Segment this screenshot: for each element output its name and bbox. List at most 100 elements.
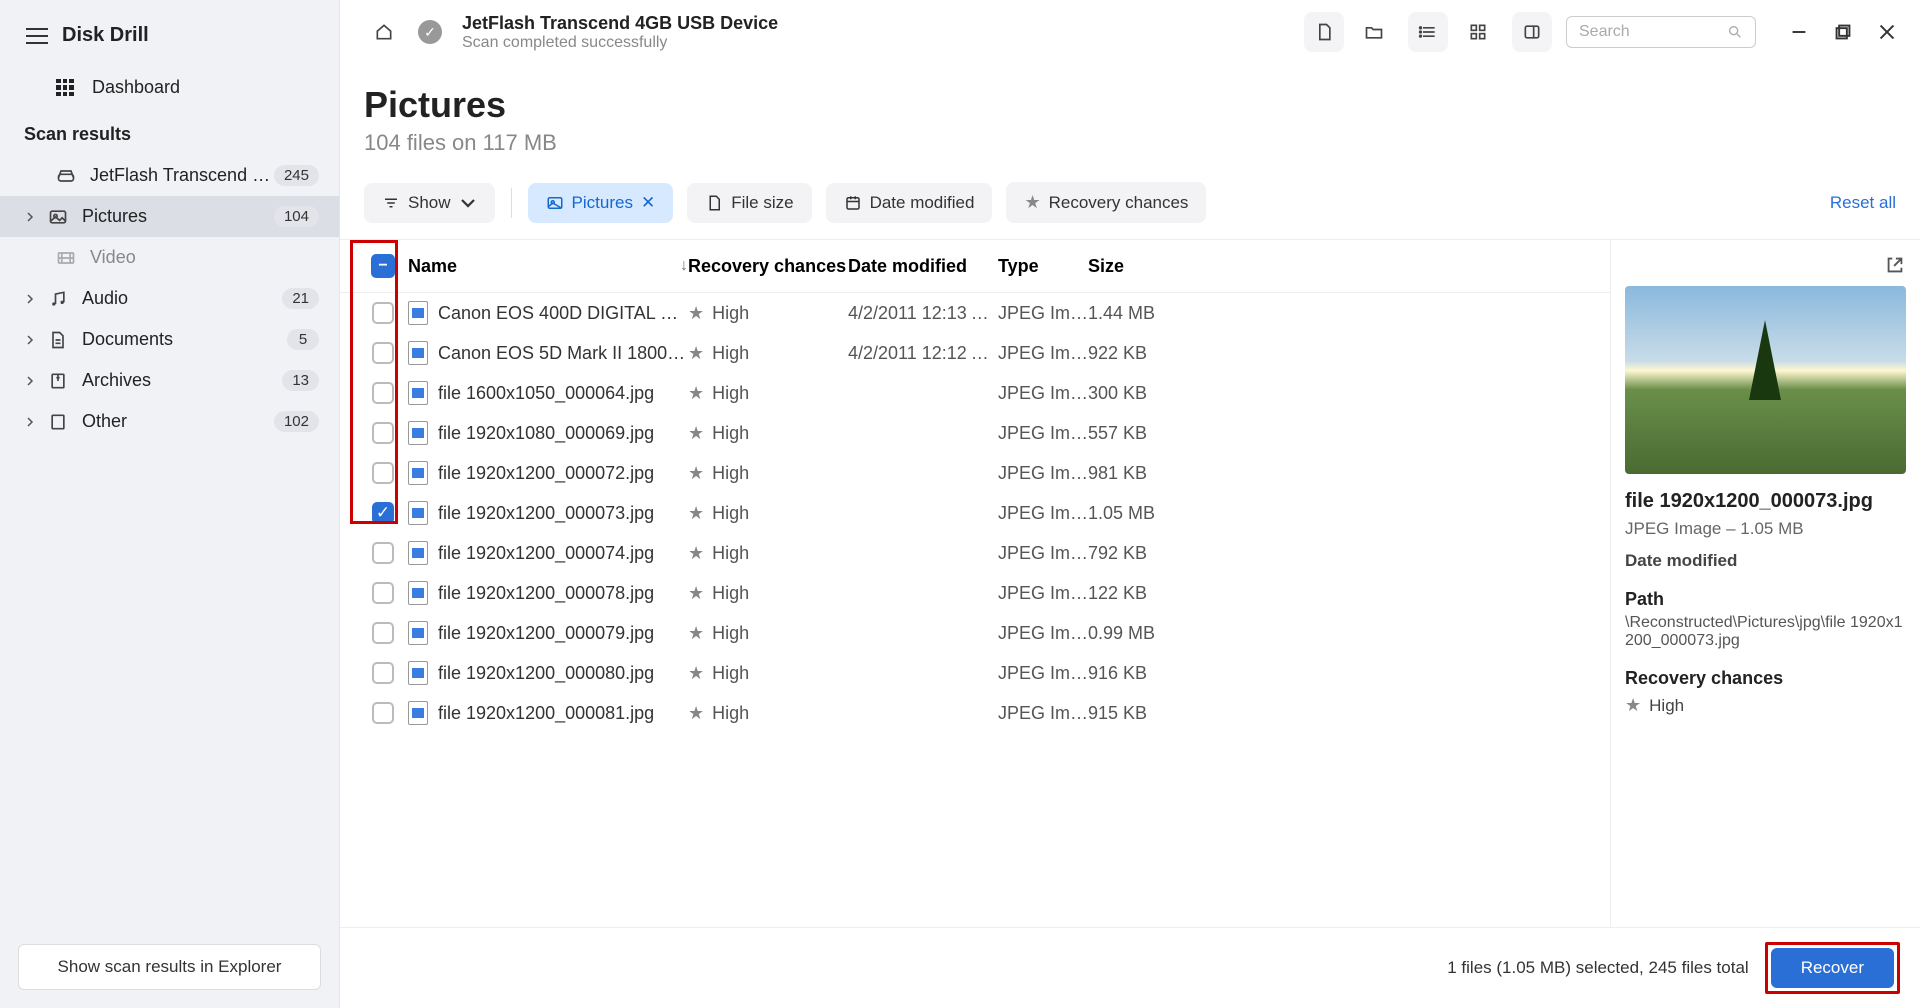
table-row[interactable]: file 1920x1200_000081.jpg★HighJPEG Im…91… [340, 693, 1610, 733]
recovery-value: High [712, 303, 749, 324]
file-name: file 1600x1050_000064.jpg [438, 383, 654, 404]
chevron-right-icon [24, 211, 36, 223]
table-row[interactable]: file 1600x1050_000064.jpg★HighJPEG Im…30… [340, 373, 1610, 413]
table-header: − Name↓ Recovery chances Date modified T… [340, 240, 1610, 293]
main-area: ✓ JetFlash Transcend 4GB USB Device Scan… [340, 0, 1920, 1008]
column-size[interactable]: Size [1088, 256, 1188, 277]
row-checkbox[interactable] [372, 462, 394, 484]
highlight-recover: Recover [1765, 942, 1900, 994]
row-checkbox[interactable] [372, 342, 394, 364]
menu-icon[interactable] [26, 28, 48, 44]
home-button[interactable] [364, 12, 404, 52]
star-icon: ★ [688, 543, 704, 564]
star-icon: ★ [1024, 192, 1040, 213]
search-input[interactable]: Search [1566, 16, 1756, 48]
minimize-button[interactable] [1790, 23, 1808, 41]
column-date[interactable]: Date modified [848, 256, 998, 277]
sidebar-item-audio[interactable]: Audio 21 [0, 278, 339, 319]
row-checkbox[interactable] [372, 662, 394, 684]
sidebar-item-archives[interactable]: Archives 13 [0, 360, 339, 401]
open-external-icon[interactable] [1884, 254, 1906, 276]
page-subtitle: 104 files on 117 MB [364, 130, 1896, 156]
recover-button[interactable]: Recover [1771, 948, 1894, 988]
folder-view-button[interactable] [1354, 12, 1394, 52]
column-name[interactable]: Name↓ [408, 256, 688, 277]
drive-icon [56, 166, 76, 186]
separator [511, 188, 512, 218]
documents-label: Documents [82, 329, 287, 350]
star-icon: ★ [688, 503, 704, 524]
scan-status: Scan completed successfully [462, 34, 778, 52]
sidebar-item-video[interactable]: Video [0, 237, 339, 278]
file-name: file 1920x1200_000081.jpg [438, 703, 654, 724]
documents-count: 5 [287, 329, 319, 350]
table-row[interactable]: file 1920x1080_000069.jpg★HighJPEG Im…55… [340, 413, 1610, 453]
filesize-filter-button[interactable]: File size [687, 183, 811, 223]
datemod-filter-button[interactable]: Date modified [826, 183, 993, 223]
star-icon: ★ [688, 383, 704, 404]
video-label: Video [90, 247, 319, 268]
column-type[interactable]: Type [998, 256, 1088, 277]
show-in-explorer-button[interactable]: Show scan results in Explorer [18, 944, 321, 990]
details-recovery-value: High [1649, 696, 1684, 716]
recovery-filter-button[interactable]: ★ Recovery chances [1006, 182, 1206, 223]
file-icon [408, 341, 428, 365]
sidebar-device[interactable]: JetFlash Transcend 4GB… 245 [0, 155, 339, 196]
file-view-button[interactable] [1304, 12, 1344, 52]
table-row[interactable]: file 1920x1200_000080.jpg★HighJPEG Im…91… [340, 653, 1610, 693]
row-checkbox[interactable] [372, 582, 394, 604]
close-button[interactable] [1878, 23, 1896, 41]
size-value: 300 KB [1088, 383, 1188, 404]
app-title: Disk Drill [62, 24, 149, 47]
type-value: JPEG Im… [998, 463, 1088, 484]
table-row[interactable]: Canon EOS 5D Mark II 1800x120…★High4/2/2… [340, 333, 1610, 373]
recovery-value: High [712, 543, 749, 564]
star-icon: ★ [688, 303, 704, 324]
sidebar-item-pictures[interactable]: Pictures 104 [0, 196, 339, 237]
reset-all-link[interactable]: Reset all [1830, 193, 1896, 213]
sidebar-item-other[interactable]: Other 102 [0, 401, 339, 442]
file-name: file 1920x1080_000069.jpg [438, 423, 654, 444]
list-view-button[interactable] [1408, 12, 1448, 52]
row-checkbox[interactable] [372, 422, 394, 444]
recovery-value: High [712, 503, 749, 524]
sidebar-item-documents[interactable]: Documents 5 [0, 319, 339, 360]
selection-status: 1 files (1.05 MB) selected, 245 files to… [1447, 958, 1748, 978]
table-row[interactable]: Canon EOS 400D DIGITAL 2400x…★High4/2/20… [340, 293, 1610, 333]
recovery-value: High [712, 383, 749, 404]
file-icon [408, 501, 428, 525]
panel-toggle-button[interactable] [1512, 12, 1552, 52]
size-value: 916 KB [1088, 663, 1188, 684]
row-checkbox[interactable] [372, 622, 394, 644]
file-name: file 1920x1200_000079.jpg [438, 623, 654, 644]
close-icon[interactable]: ✕ [641, 193, 655, 213]
select-all-checkbox[interactable]: − [371, 254, 395, 278]
table-row[interactable]: file 1920x1200_000079.jpg★HighJPEG Im…0.… [340, 613, 1610, 653]
file-name: file 1920x1200_000078.jpg [438, 583, 654, 604]
details-date-label: Date modified [1625, 551, 1906, 571]
table-row[interactable]: file 1920x1200_000074.jpg★HighJPEG Im…79… [340, 533, 1610, 573]
column-recovery[interactable]: Recovery chances [688, 256, 848, 277]
file-name: file 1920x1200_000080.jpg [438, 663, 654, 684]
pictures-label: Pictures [82, 206, 274, 227]
table-row[interactable]: file 1920x1200_000072.jpg★HighJPEG Im…98… [340, 453, 1610, 493]
sort-down-icon: ↓ [680, 257, 688, 275]
show-filter-button[interactable]: Show [364, 183, 495, 223]
dashboard-link[interactable]: Dashboard [0, 65, 339, 110]
table-row[interactable]: file 1920x1200_000078.jpg★HighJPEG Im…12… [340, 573, 1610, 613]
grid-view-button[interactable] [1458, 12, 1498, 52]
audio-label: Audio [82, 288, 282, 309]
maximize-button[interactable] [1834, 23, 1852, 41]
row-checkbox[interactable] [372, 542, 394, 564]
filter-bar: Show Pictures ✕ File size Date modified … [340, 164, 1920, 240]
row-checkbox[interactable] [372, 702, 394, 724]
type-value: JPEG Im… [998, 343, 1088, 364]
row-checkbox[interactable] [372, 302, 394, 324]
row-checkbox[interactable] [372, 382, 394, 404]
pictures-filter-chip[interactable]: Pictures ✕ [528, 183, 674, 223]
row-checkbox[interactable]: ✓ [372, 502, 394, 524]
recovery-value: High [712, 703, 749, 724]
file-icon [408, 661, 428, 685]
table-row[interactable]: ✓file 1920x1200_000073.jpg★HighJPEG Im…1… [340, 493, 1610, 533]
details-recovery-label: Recovery chances [1625, 668, 1906, 689]
